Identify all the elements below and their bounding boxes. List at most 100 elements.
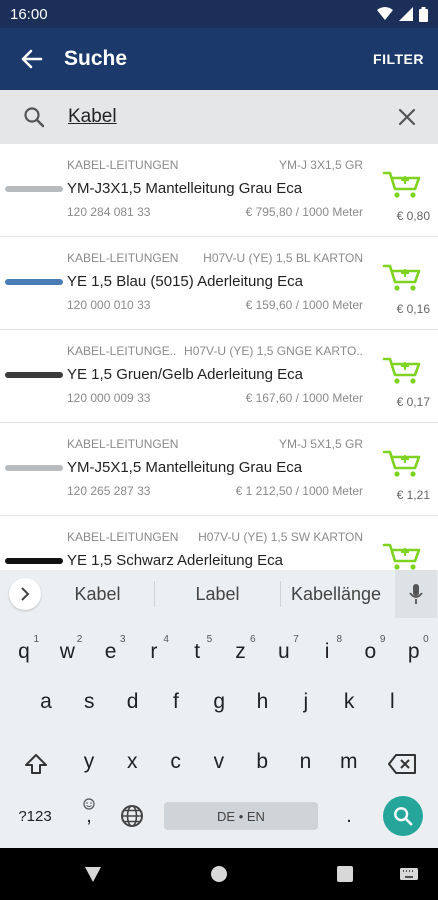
key-j[interactable]: j: [285, 680, 327, 724]
numbers-key[interactable]: ?123: [10, 794, 60, 838]
key-label: r: [150, 640, 158, 663]
key-u[interactable]: u7: [263, 630, 305, 674]
shift-key[interactable]: [10, 744, 62, 784]
key-label: z: [235, 640, 246, 663]
key-v[interactable]: v: [198, 740, 240, 784]
key-hint: 2: [76, 634, 83, 645]
list-item[interactable]: KABEL-LEITUNGE.. H07V-U (YE) 1,5 GNGE KA…: [0, 330, 438, 423]
key-label: j: [303, 690, 309, 713]
add-to-cart-button[interactable]: [382, 356, 422, 386]
add-to-cart-button[interactable]: [382, 263, 422, 293]
app-bar: Suche FILTER: [0, 28, 438, 90]
language-key[interactable]: [114, 794, 150, 838]
key-m[interactable]: m: [328, 740, 370, 784]
page-title: Suche: [64, 47, 128, 70]
microphone-icon: [409, 584, 423, 604]
key-label: m: [340, 750, 358, 773]
key-i[interactable]: i8: [306, 630, 348, 674]
space-key[interactable]: DE • EN: [164, 802, 318, 830]
key-b[interactable]: b: [241, 740, 283, 784]
key-label: o: [364, 640, 377, 663]
back-button[interactable]: [0, 28, 64, 90]
key-p[interactable]: p0: [393, 630, 435, 674]
key-e[interactable]: e3: [90, 630, 132, 674]
add-to-cart-button[interactable]: [382, 542, 422, 570]
product-category: KABEL-LEITUNGEN: [67, 530, 179, 544]
key-k[interactable]: k: [328, 680, 370, 724]
key-g[interactable]: g: [198, 680, 240, 724]
home-nav-icon[interactable]: [210, 865, 228, 883]
key-label: l: [390, 690, 395, 713]
arrow-left-icon: [21, 49, 43, 69]
shift-icon: [25, 754, 47, 774]
voice-input-button[interactable]: [395, 570, 437, 618]
keyboard-switch-icon[interactable]: [400, 868, 418, 880]
key-d[interactable]: d: [112, 680, 154, 724]
key-label: w: [59, 640, 75, 663]
suggestion-2[interactable]: Label: [155, 584, 280, 605]
cart-icon: [382, 357, 422, 390]
key-z[interactable]: z6: [220, 630, 262, 674]
comma-key[interactable]: ,: [70, 794, 108, 838]
cart-icon: [382, 264, 422, 297]
result-list: KABEL-LEITUNGEN YM-J 3X1,5 GR YM-J3X1,5 …: [0, 144, 438, 570]
key-hint: 1: [33, 634, 39, 645]
recents-nav-icon[interactable]: [337, 866, 353, 882]
status-bar: 16:00: [0, 0, 438, 28]
key-c[interactable]: c: [155, 740, 197, 784]
key-f[interactable]: f: [155, 680, 197, 724]
battery-icon: [419, 6, 428, 22]
suggestion-1[interactable]: Kabel: [41, 584, 154, 605]
product-code: YM-J 5X1,5 GR: [278, 437, 363, 451]
status-time: 16:00: [10, 5, 48, 23]
backspace-key[interactable]: [376, 744, 428, 784]
product-category: KABEL-LEITUNGE..: [67, 344, 177, 358]
key-label: h: [256, 690, 269, 713]
key-h[interactable]: h: [242, 680, 284, 724]
product-category: KABEL-LEITUNGEN: [67, 251, 179, 265]
cart-icon: [382, 171, 422, 204]
key-label: a: [40, 690, 52, 713]
filter-button[interactable]: FILTER: [373, 51, 438, 67]
key-q[interactable]: q1: [3, 630, 45, 674]
expand-suggestions-button[interactable]: [9, 578, 41, 610]
key-l[interactable]: l: [371, 680, 413, 724]
period-key[interactable]: .: [332, 794, 366, 838]
clear-button[interactable]: [376, 108, 438, 126]
product-price: € 159,60 / 1000 Meter: [245, 298, 363, 312]
key-label: f: [172, 690, 179, 713]
search-bar: [0, 90, 438, 144]
key-label: k: [343, 690, 355, 713]
key-y[interactable]: y: [68, 740, 110, 784]
close-icon: [398, 108, 416, 126]
keyboard: Kabel Label Kabellänge ?123 , DE • EN . …: [0, 570, 438, 848]
key-label: s: [84, 690, 95, 713]
key-w[interactable]: w2: [46, 630, 88, 674]
key-label: v: [213, 750, 225, 773]
key-a[interactable]: a: [25, 680, 67, 724]
article-number: 120 000 010 33: [67, 298, 151, 312]
key-s[interactable]: s: [68, 680, 110, 724]
back-nav-icon[interactable]: [84, 865, 102, 883]
search-input[interactable]: [68, 106, 376, 128]
key-n[interactable]: n: [285, 740, 327, 784]
list-item[interactable]: KABEL-LEITUNGEN H07V-U (YE) 1,5 SW KARTO…: [0, 516, 438, 570]
key-o[interactable]: o9: [349, 630, 391, 674]
list-item[interactable]: KABEL-LEITUNGEN YM-J 5X1,5 GR YM-J5X1,5 …: [0, 423, 438, 516]
key-t[interactable]: t5: [176, 630, 218, 674]
key-x[interactable]: x: [111, 740, 153, 784]
key-r[interactable]: r4: [133, 630, 175, 674]
add-to-cart-button[interactable]: [382, 170, 422, 200]
search-action-key[interactable]: [383, 796, 423, 836]
product-code: H07V-U (YE) 1,5 GNGE KARTO..: [184, 344, 363, 358]
key-label: u: [277, 640, 290, 663]
article-number: 120 265 287 33: [67, 484, 151, 498]
key-label: i: [324, 640, 330, 663]
list-item[interactable]: KABEL-LEITUNGEN YM-J 3X1,5 GR YM-J3X1,5 …: [0, 144, 438, 237]
list-item[interactable]: KABEL-LEITUNGEN H07V-U (YE) 1,5 BL KARTO…: [0, 237, 438, 330]
unit-price: € 0,17: [396, 395, 430, 409]
suggestion-3[interactable]: Kabellänge: [281, 584, 391, 605]
signal-icon: [399, 7, 413, 21]
add-to-cart-button[interactable]: [382, 449, 422, 479]
key-label: q: [18, 640, 30, 663]
